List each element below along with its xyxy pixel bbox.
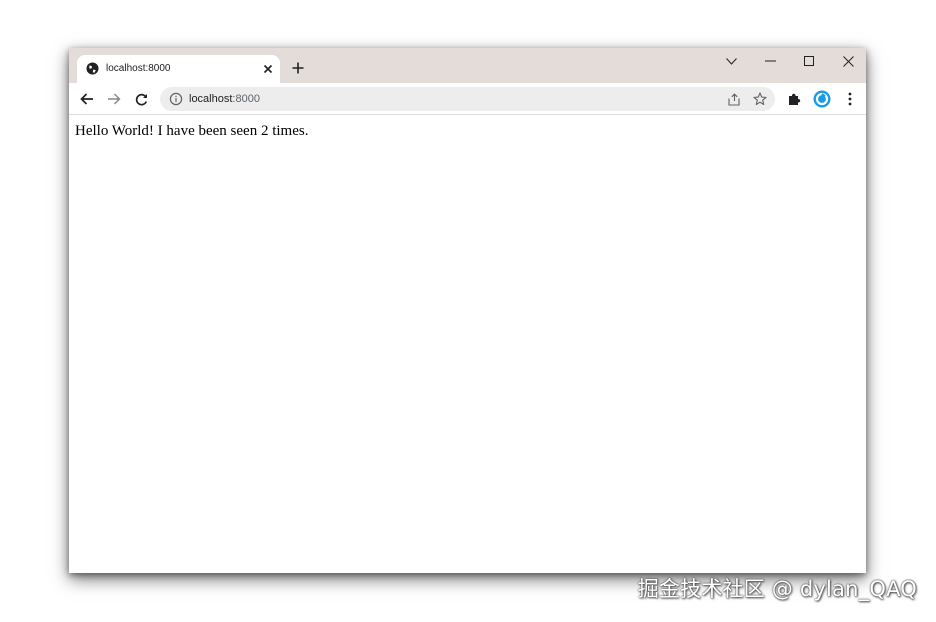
- minimize-icon: [764, 60, 776, 62]
- new-tab-button[interactable]: [288, 58, 308, 78]
- tab-search-button[interactable]: [711, 50, 751, 72]
- tab-localhost[interactable]: localhost:8000: [77, 55, 280, 83]
- kebab-menu-icon: [848, 92, 852, 106]
- profile-avatar[interactable]: [811, 88, 833, 110]
- share-icon[interactable]: [725, 90, 743, 108]
- puzzle-icon: [789, 93, 801, 105]
- maximize-button[interactable]: [789, 50, 829, 72]
- page-viewport: Hello World! I have been seen 2 times.: [69, 116, 866, 573]
- url-port: :8000: [232, 93, 260, 105]
- maximize-icon: [804, 56, 814, 66]
- minimize-button[interactable]: [750, 50, 790, 72]
- url-host: localhost: [189, 93, 233, 105]
- watermark: 掘金技术社区 @ dylan_QAQ: [637, 577, 917, 601]
- bookmark-star-icon[interactable]: [751, 90, 769, 108]
- close-window-button[interactable]: [828, 50, 868, 72]
- profile-icon: [813, 90, 831, 108]
- extensions-button[interactable]: [783, 88, 805, 110]
- page-body-text: Hello World! I have been seen 2 times.: [75, 123, 309, 139]
- tab-title: localhost:8000: [106, 63, 171, 74]
- arrow-left-icon: [80, 93, 93, 105]
- tab-strip: localhost:8000: [69, 48, 866, 83]
- reload-button[interactable]: [130, 88, 152, 110]
- tab-close-icon[interactable]: [260, 61, 276, 77]
- back-button[interactable]: [76, 88, 98, 110]
- menu-button[interactable]: [839, 88, 861, 110]
- browser-toolbar: localhost:8000: [69, 83, 866, 115]
- site-info-icon[interactable]: [169, 92, 183, 106]
- globe-icon: [86, 62, 99, 75]
- close-icon: [842, 55, 854, 67]
- forward-button[interactable]: [103, 88, 125, 110]
- browser-window: localhost:8000 localhost:8000 Hello Worl…: [69, 48, 866, 573]
- plus-icon: [292, 62, 304, 74]
- chevron-down-icon: [725, 57, 737, 65]
- url-text[interactable]: localhost:8000: [189, 92, 260, 106]
- arrow-right-icon: [108, 93, 121, 105]
- reload-icon: [135, 93, 147, 105]
- address-bar[interactable]: localhost:8000: [160, 87, 775, 111]
